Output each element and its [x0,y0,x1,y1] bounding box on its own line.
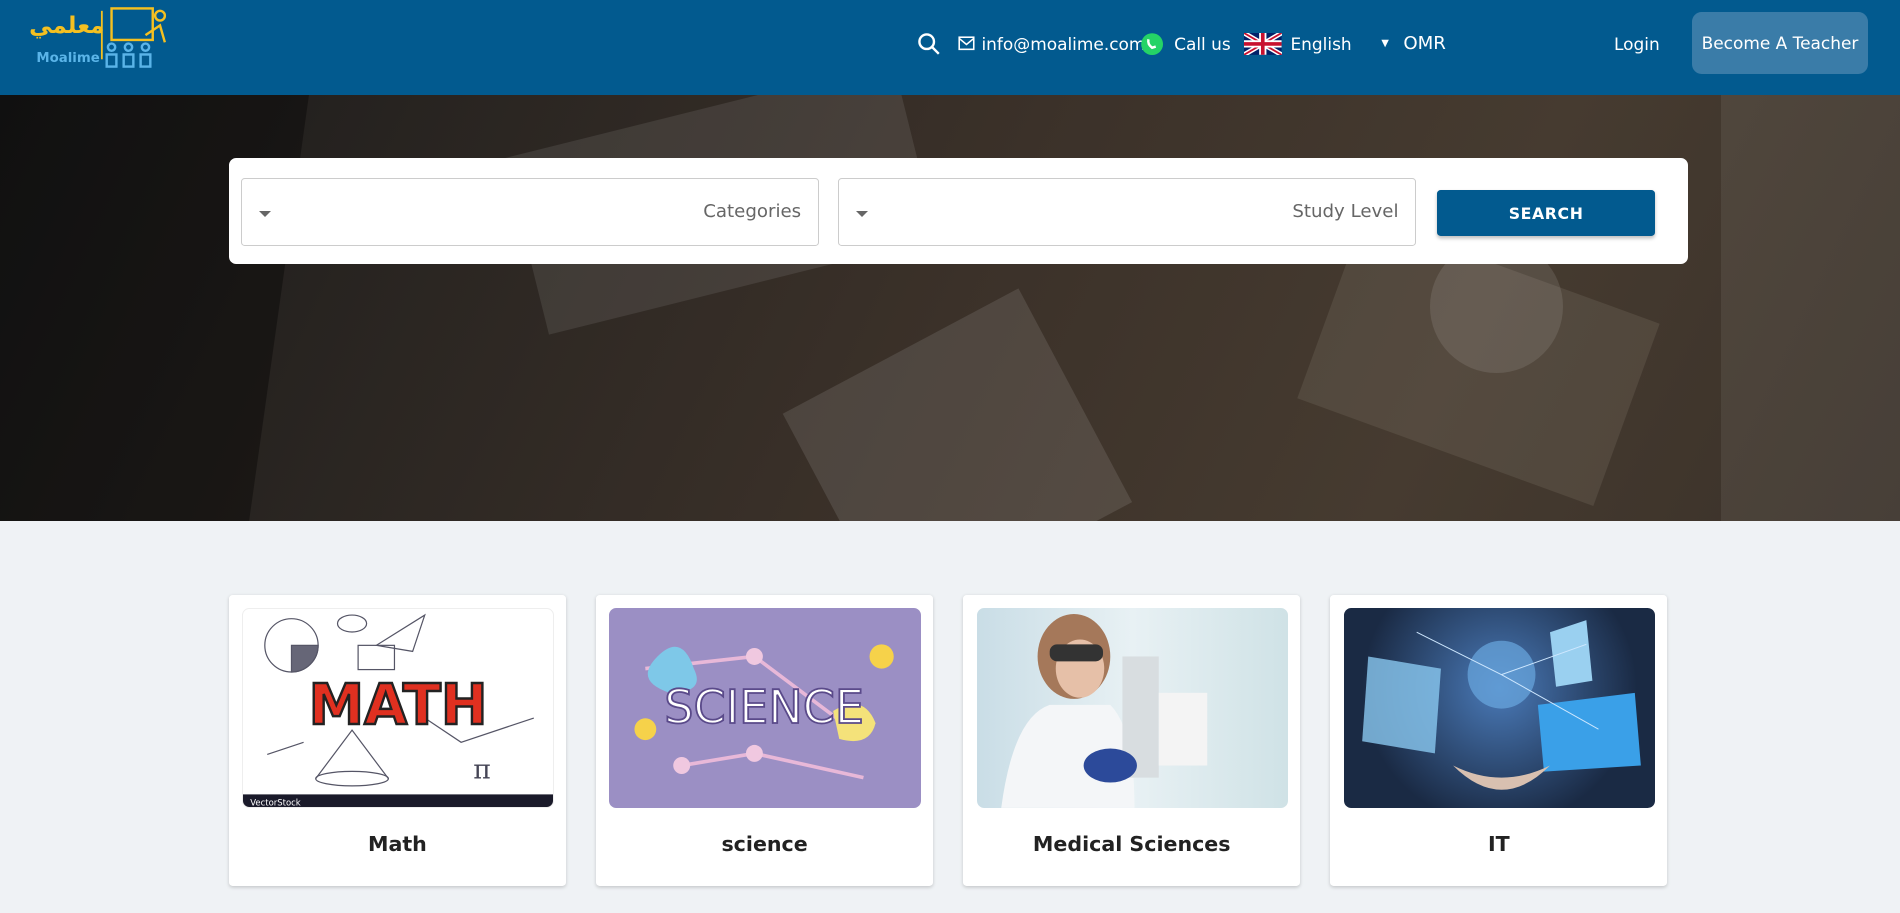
science-image-text: SCIENCE [665,680,865,734]
caret-down-icon [856,210,869,217]
search-button[interactable]: SEARCH [1437,190,1656,237]
category-title: science [721,832,808,857]
category-title: IT [1488,832,1510,857]
teacher-board-icon [100,7,166,68]
login-link[interactable]: Login [1614,0,1660,87]
email-text: info@moalime.com [981,33,1146,54]
login-text: Login [1613,33,1660,54]
moalime-logo[interactable]: معلمي Moalime [27,6,172,74]
study-level-select[interactable]: Study Level [838,178,1417,246]
math-image-text: MATH [309,673,488,738]
category-title: Medical Sciences [1032,832,1231,857]
logo-arabic: معلمي [29,13,105,40]
category-card-medical-sciences[interactable]: Medical Sciences [963,594,1301,886]
categories-placeholder: Categories [703,200,802,222]
chevron-down-icon: ▼ [1381,38,1389,50]
language-selector[interactable]: English [1244,0,1352,87]
language-text: English [1290,33,1352,54]
math-doodles: MATH π VectorStock [243,613,553,808]
uk-flag-icon [1244,32,1282,55]
categories-select[interactable]: Categories [241,178,820,246]
category-card-math[interactable]: MATH π VectorStock Math [229,594,566,886]
search-panel: Categories Study Level SEARCH [229,157,1688,265]
category-title: Math [367,832,427,857]
search-icon[interactable] [917,0,941,87]
mail-icon [958,36,975,51]
currency-selector[interactable]: ▼ OMR [1381,0,1446,87]
study-level-placeholder: Study Level [1292,200,1399,222]
caret-down-icon [259,210,272,217]
vectorstock-watermark: VectorStock [251,798,302,808]
call-us-link[interactable]: Call us [1140,0,1231,87]
page: معلمي Moalime info@moalime.com Call us E… [0,0,1900,913]
category-card-it[interactable]: IT [1330,594,1668,886]
svg-text:π: π [474,755,492,786]
category-card-science[interactable]: SCIENCE science [596,594,933,886]
math-image: MATH π VectorStock [242,608,554,809]
it-image [1343,608,1656,809]
whatsapp-icon [1141,32,1164,55]
call-us-text: Call us [1174,33,1231,54]
become-teacher-button[interactable]: Become A Teacher [1691,12,1869,74]
logo-latin: Moalime [36,50,100,66]
email-link[interactable]: info@moalime.com [958,0,1145,87]
currency-text: OMR [1403,33,1446,55]
science-image: SCIENCE [609,608,921,809]
medical-image [976,608,1289,809]
top-navbar: معلمي Moalime info@moalime.com Call us E… [0,0,1900,95]
